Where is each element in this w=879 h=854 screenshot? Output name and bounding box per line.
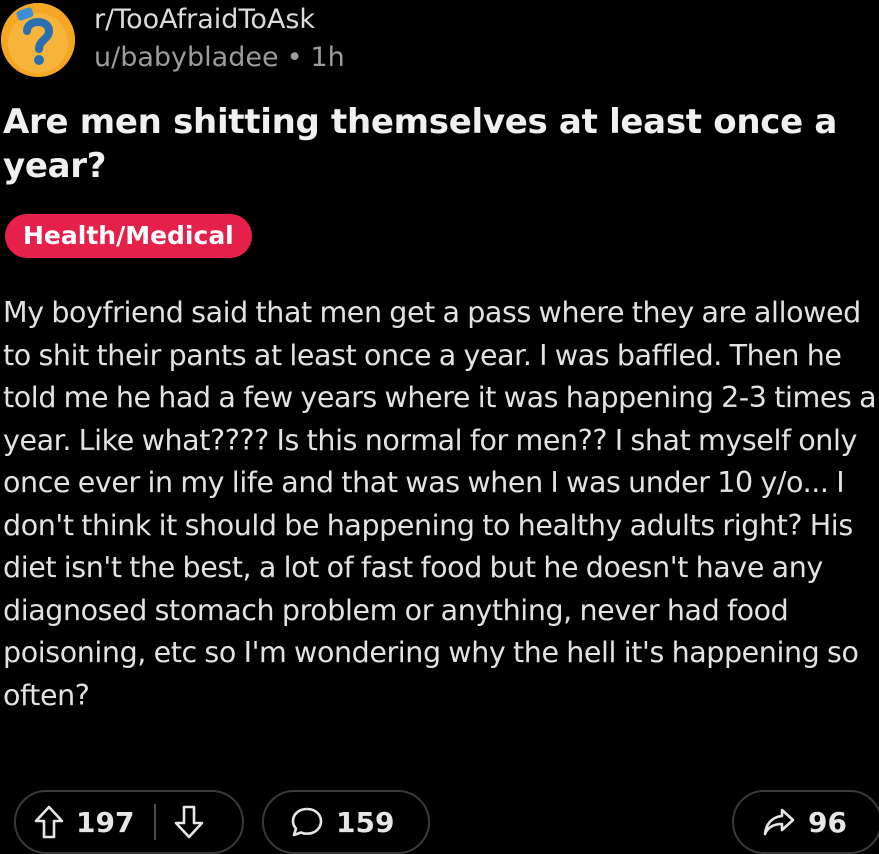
share-button[interactable]: 96 bbox=[732, 790, 879, 854]
post-age: 1h bbox=[310, 42, 345, 73]
downvote-arrow-icon[interactable] bbox=[174, 805, 204, 839]
post-meta: u/babybladee • 1h bbox=[94, 42, 345, 74]
comment-count: 159 bbox=[336, 805, 395, 839]
upvote-count: 197 bbox=[76, 805, 135, 839]
action-bar: 197 159 96 bbox=[0, 790, 879, 854]
author-name[interactable]: u/babybladee bbox=[94, 42, 279, 73]
subreddit-name[interactable]: r/TooAfraidToAsk bbox=[94, 4, 315, 36]
subreddit-avatar-icon[interactable] bbox=[1, 3, 75, 77]
comment-button[interactable]: 159 bbox=[262, 790, 430, 854]
vote-control: 197 bbox=[14, 790, 244, 854]
post-header: r/TooAfraidToAsk u/babybladee • 1h bbox=[0, 0, 879, 80]
share-arrow-icon bbox=[762, 806, 796, 838]
meta-separator: • bbox=[286, 42, 303, 73]
post-title[interactable]: Are men shitting themselves at least onc… bbox=[3, 100, 863, 188]
upvote-arrow-icon[interactable] bbox=[34, 805, 64, 839]
comment-bubble-icon bbox=[290, 806, 324, 838]
post-body: My boyfriend said that men get a pass wh… bbox=[3, 296, 877, 712]
flair-badge[interactable]: Health/Medical bbox=[5, 214, 252, 258]
share-count: 96 bbox=[808, 805, 847, 839]
vote-divider bbox=[154, 804, 157, 840]
